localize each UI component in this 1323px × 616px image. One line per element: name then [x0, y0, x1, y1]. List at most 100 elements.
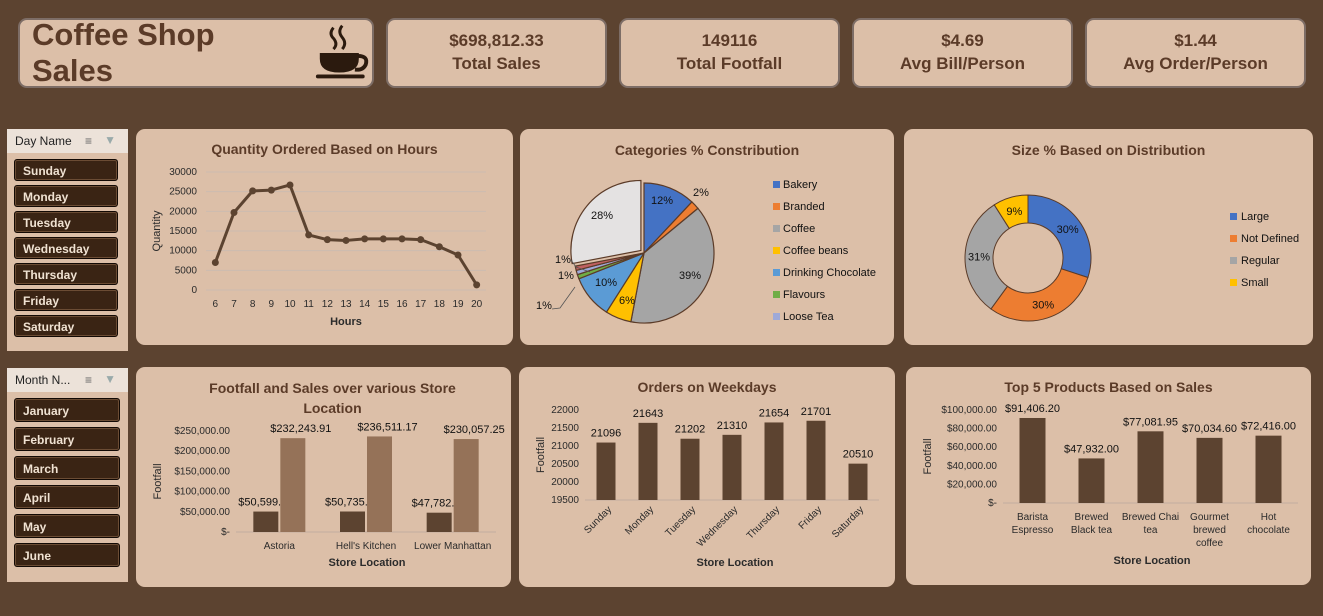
data-label: 30% — [1032, 300, 1054, 312]
data-point — [305, 231, 313, 239]
donut-slice — [990, 268, 1089, 322]
slicer-item-monday[interactable]: Monday — [14, 185, 118, 207]
y-tick-label: 19500 — [551, 495, 579, 506]
legend-swatch — [773, 291, 780, 298]
legend-swatch — [1230, 279, 1237, 286]
slicer-item-friday[interactable]: Friday — [14, 289, 118, 311]
data-label: 28% — [591, 210, 613, 222]
data-label: $236,511.17 — [357, 421, 417, 433]
data-label: $72,416.00 — [1241, 421, 1296, 433]
kpi-value: $4.69 — [941, 31, 984, 50]
kpi-value: $1.44 — [1174, 31, 1217, 50]
bar — [340, 511, 365, 532]
bar — [1019, 417, 1046, 503]
clear-filter-icon[interactable]: ▼ — [104, 372, 116, 386]
data-point — [286, 181, 294, 189]
x-tick-label: 15 — [378, 299, 390, 310]
bar — [253, 511, 279, 532]
store-location-bar-chart-panel: Footfall and Sales over various Store Lo… — [136, 367, 511, 587]
legend-swatch — [1230, 257, 1237, 264]
legend-label: Coffee beans — [783, 245, 849, 257]
data-point — [249, 187, 257, 195]
legend-label: Large — [1241, 211, 1269, 223]
weekday-orders-bar-chart-panel: Orders on Weekdays 19500 20000 20500 21000 2… — [519, 367, 895, 587]
slicer-item-may[interactable]: May — [14, 514, 120, 538]
data-label: 31% — [968, 251, 990, 263]
x-tick-label: 11 — [303, 299, 314, 310]
slicer-item-june[interactable]: June — [14, 543, 120, 567]
pie-slice — [570, 179, 642, 265]
y-tick-label: 22000 — [551, 405, 579, 416]
x-tick-label: Lower Manhattan — [414, 541, 491, 552]
legend-label: Flavours — [783, 289, 826, 301]
x-tick-label: Friday — [797, 504, 824, 531]
multi-select-icon[interactable]: ≡ — [85, 373, 92, 387]
kpi-label: Total Footfall — [676, 54, 783, 73]
x-tick-label: Thursday — [745, 504, 782, 541]
y-tick-label: $100,000.00 — [174, 487, 230, 498]
legend-swatch — [1230, 235, 1237, 242]
y-tick-label: 20500 — [551, 459, 579, 470]
slicer-item-february[interactable]: February — [14, 427, 120, 451]
kpi-value: 149116 — [701, 31, 758, 50]
y-tick-label: 10000 — [169, 246, 197, 257]
x-tick-label: Barista — [1017, 512, 1049, 523]
slicer-item-tuesday[interactable]: Tuesday — [14, 211, 118, 233]
legend-swatch — [773, 203, 780, 210]
slicer-item-thursday[interactable]: Thursday — [14, 263, 118, 285]
legend-label: Small — [1241, 277, 1269, 289]
x-tick-label: brewed — [1193, 525, 1226, 536]
y-tick-label: 0 — [191, 285, 197, 296]
slicer-item-april[interactable]: April — [14, 485, 120, 509]
x-tick-label: 17 — [415, 299, 427, 310]
bar — [367, 436, 392, 532]
y-tick-label: 21500 — [551, 423, 579, 434]
legend-label: Coffee — [783, 223, 815, 235]
bar — [280, 438, 306, 532]
legend-label: Loose Tea — [783, 311, 834, 323]
multi-select-icon[interactable]: ≡ — [85, 134, 92, 148]
kpi-total-footfall: 149116 Total Footfall — [619, 18, 840, 88]
data-point — [230, 209, 238, 217]
x-tick-label: Astoria — [264, 541, 296, 552]
slicer-header: Month N... ≡ ▼ — [7, 368, 128, 392]
y-axis-title: Footfall — [922, 438, 934, 474]
y-tick-label: $150,000.00 — [174, 466, 230, 477]
bar — [806, 420, 826, 500]
data-label: $91,406.20 — [1005, 403, 1060, 415]
leader-line — [551, 286, 576, 310]
slicer-item-wednesday[interactable]: Wednesday — [14, 237, 118, 259]
data-label: 6% — [619, 295, 635, 307]
y-axis-title: Footfall — [535, 437, 547, 473]
x-tick-label: 13 — [340, 299, 352, 310]
y-tick-label: 25000 — [169, 187, 197, 198]
slicer-item-saturday[interactable]: Saturday — [14, 315, 118, 337]
month-slicer: Month N... ≡ ▼ January February March Ap… — [7, 368, 128, 582]
y-tick-label: $200,000.00 — [174, 446, 230, 457]
x-tick-label: 10 — [284, 299, 296, 310]
data-point — [361, 235, 369, 243]
x-tick-label: 16 — [396, 299, 408, 310]
slicer-item-january[interactable]: January — [14, 398, 120, 422]
data-label: $230,057.25 — [444, 424, 505, 436]
legend-label: Drinking Chocolate — [783, 267, 876, 279]
data-label: 30% — [1057, 224, 1079, 236]
x-axis-title: Store Location — [696, 557, 773, 569]
data-label: 10% — [595, 277, 617, 289]
y-tick-label: 5000 — [175, 265, 198, 276]
y-tick-label: 20000 — [551, 477, 579, 488]
kpi-avg-bill: $4.69 Avg Bill/Person — [852, 18, 1073, 88]
kpi-label: Total Sales — [452, 54, 541, 73]
bar — [1078, 458, 1105, 503]
data-label: 1% — [558, 270, 574, 282]
y-tick-label: $- — [988, 498, 997, 509]
y-tick-label: 20000 — [169, 206, 197, 217]
y-tick-label: 21000 — [551, 441, 579, 452]
x-tick-label: 8 — [250, 299, 256, 310]
slicer-item-march[interactable]: March — [14, 456, 120, 480]
slicer-item-sunday[interactable]: Sunday — [14, 159, 118, 181]
data-point — [211, 258, 219, 266]
y-tick-label: $250,000.00 — [174, 426, 230, 437]
x-tick-label: 20 — [471, 299, 483, 310]
clear-filter-icon[interactable]: ▼ — [104, 133, 116, 147]
